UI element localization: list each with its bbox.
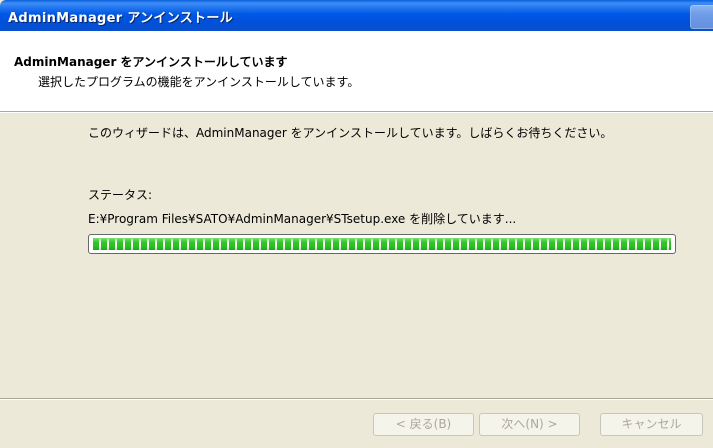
progress-bar	[88, 234, 676, 254]
installer-window: AdminManager アンインストール AdminManager をアンイン…	[0, 0, 713, 448]
back-button[interactable]: < 戻る(B)	[373, 413, 474, 436]
footer-divider	[0, 398, 713, 400]
window-title: AdminManager アンインストール	[8, 11, 233, 26]
wizard-message: このウィザードは、AdminManager をアンインストールしています。しばら…	[88, 126, 613, 140]
progress-fill	[93, 238, 671, 250]
cancel-button[interactable]: キャンセル	[600, 413, 703, 436]
title-bar[interactable]: AdminManager アンインストール	[0, 0, 713, 31]
header-subtitle: 選択したプログラムの機能をアンインストールしています。	[38, 75, 360, 89]
next-button[interactable]: 次へ(N) >	[479, 413, 580, 436]
header-divider	[0, 111, 713, 113]
close-button[interactable]	[690, 5, 713, 29]
wizard-header: AdminManager をアンインストールしています 選択したプログラムの機能…	[0, 31, 713, 111]
status-detail: E:¥Program Files¥SATO¥AdminManager¥STset…	[88, 212, 517, 226]
status-label: ステータス:	[88, 188, 153, 202]
header-title: AdminManager をアンインストールしています	[14, 55, 288, 69]
